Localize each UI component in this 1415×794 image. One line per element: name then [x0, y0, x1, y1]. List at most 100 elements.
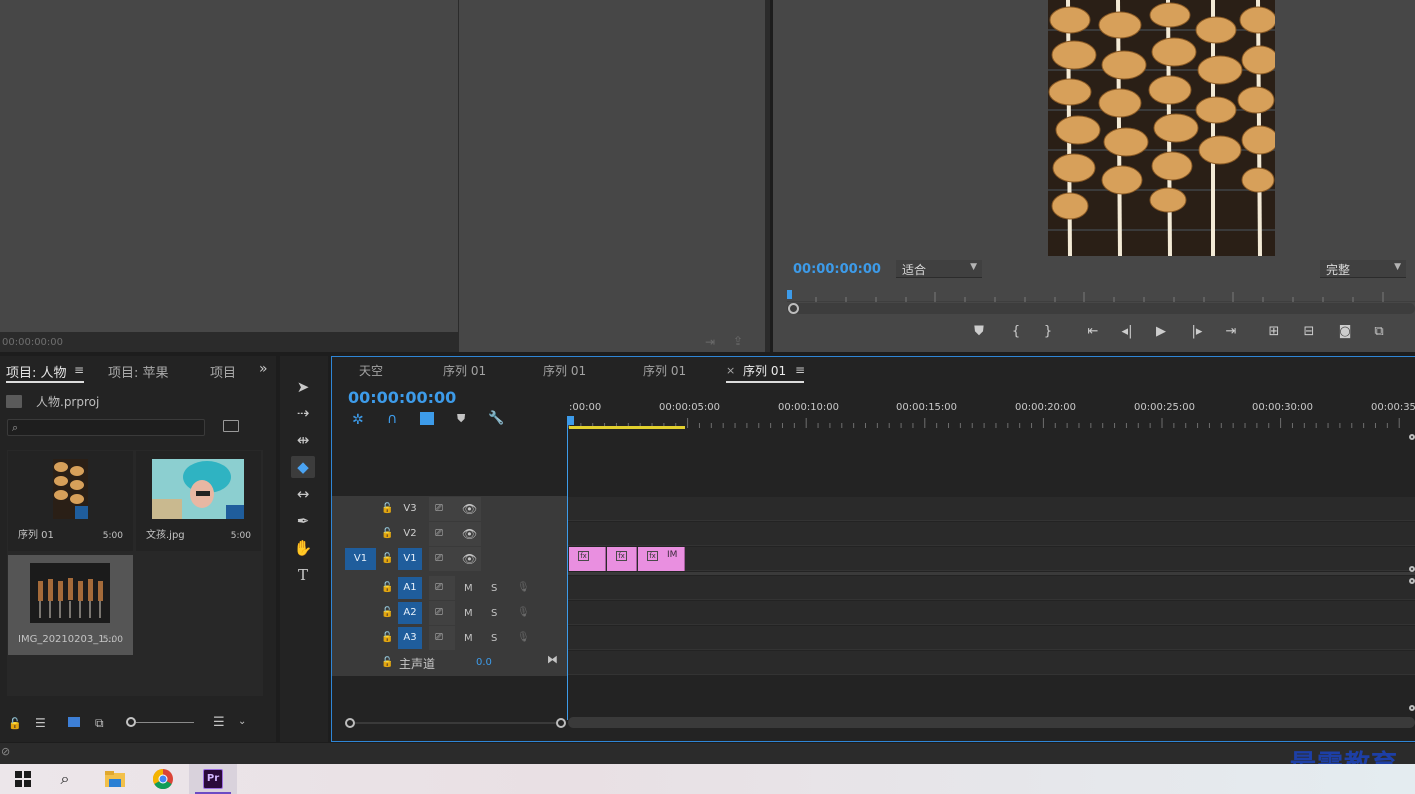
- go-to-edit-point-icon[interactable]: ⧓: [547, 653, 558, 666]
- close-tab-icon[interactable]: ×: [726, 364, 735, 377]
- program-timecode[interactable]: 00:00:00:00: [793, 262, 881, 277]
- track-target-a3[interactable]: A3: [398, 627, 422, 649]
- file-explorer-icon[interactable]: [92, 764, 138, 794]
- program-zoom-scrollbar[interactable]: [787, 303, 1415, 314]
- video-vscroll-handle[interactable]: [1409, 566, 1415, 572]
- mark-out-icon[interactable]: }: [1038, 324, 1058, 339]
- audio-vscroll-handle[interactable]: [1409, 705, 1415, 711]
- lock-icon[interactable]: 🔓: [381, 528, 393, 539]
- sync-lock-icon[interactable]: ⎚: [435, 503, 443, 514]
- eye-icon[interactable]: 👁: [462, 552, 477, 566]
- header-scroll-handle-right[interactable]: [556, 718, 566, 728]
- mark-in-icon[interactable]: {: [1006, 324, 1026, 339]
- slip-tool-icon[interactable]: ↔: [291, 483, 315, 505]
- audio-vscroll-handle[interactable]: [1409, 578, 1415, 584]
- zoom-slider-handle[interactable]: [126, 717, 136, 727]
- eye-icon[interactable]: 👁: [462, 502, 477, 516]
- zoom-level-select[interactable]: 适合 ▼: [896, 260, 982, 278]
- timeline-clip[interactable]: fx IM: [638, 547, 685, 571]
- tab-project[interactable]: 项目: [210, 362, 236, 381]
- playback-resolution-select[interactable]: 完整 ▼: [1320, 260, 1406, 278]
- icon-view-icon[interactable]: [68, 717, 80, 727]
- timeline-menu-icon[interactable]: ≡: [795, 363, 805, 377]
- comparison-view-icon[interactable]: ⧉: [1369, 324, 1389, 339]
- linked-selection-icon[interactable]: [420, 412, 434, 425]
- playhead-handle[interactable]: [567, 416, 574, 425]
- timeline-clip[interactable]: fx: [607, 547, 637, 571]
- project-item-image[interactable]: 文孩.jpg 5:00: [136, 451, 261, 551]
- mute-button[interactable]: M: [464, 633, 473, 644]
- master-volume-value[interactable]: 0.0: [476, 657, 492, 668]
- wrench-icon[interactable]: 🔧: [488, 411, 504, 426]
- sort-icon[interactable]: ☰: [213, 715, 225, 730]
- video-audio-divider[interactable]: [568, 572, 1415, 575]
- mute-button[interactable]: M: [464, 608, 473, 619]
- sync-lock-icon[interactable]: ⎚: [435, 528, 443, 539]
- chevron-down-icon[interactable]: ⌄: [238, 716, 246, 727]
- timeline-clip[interactable]: fx: [569, 547, 606, 571]
- track-row-a2[interactable]: [568, 601, 1415, 625]
- lock-icon[interactable]: 🔓: [381, 632, 393, 643]
- eye-icon[interactable]: 👁: [462, 527, 477, 541]
- insert-icon[interactable]: ⇥: [705, 335, 715, 349]
- track-select-tool-icon[interactable]: ⇢: [291, 402, 315, 424]
- lock-icon[interactable]: 🔓: [381, 553, 393, 564]
- snap-magnet-icon[interactable]: ∩: [387, 411, 397, 427]
- step-back-icon[interactable]: ◂|: [1117, 324, 1137, 339]
- export-frame-camera-icon[interactable]: ◙: [1335, 324, 1355, 339]
- project-item-photo[interactable]: IMG_20210203_1... 5:00: [8, 555, 133, 655]
- more-tabs-icon[interactable]: »: [259, 361, 268, 377]
- track-row-v1[interactable]: [568, 547, 1415, 571]
- sync-lock-icon[interactable]: ⎚: [435, 632, 443, 643]
- premiere-taskbar-active[interactable]: Pr: [189, 764, 237, 794]
- ripple-edit-tool-icon[interactable]: ⇹: [291, 429, 315, 451]
- project-search-input[interactable]: ⌕: [7, 419, 205, 436]
- microphone-icon[interactable]: 🎙: [517, 607, 530, 618]
- track-row-master[interactable]: [568, 651, 1415, 675]
- tab-sequence-active[interactable]: 序列 01: [743, 362, 786, 379]
- track-row-v3[interactable]: [568, 497, 1415, 521]
- add-marker-icon[interactable]: ⛊: [969, 324, 989, 339]
- sync-lock-icon[interactable]: ⎚: [435, 553, 443, 564]
- track-row-a1[interactable]: [568, 576, 1415, 600]
- tab-project-apple[interactable]: 项目: 苹果: [108, 362, 169, 381]
- header-scroll-handle-left[interactable]: [345, 718, 355, 728]
- track-target-a1[interactable]: A1: [398, 577, 422, 599]
- mute-button[interactable]: M: [464, 583, 473, 594]
- tab-sequence-sky[interactable]: 天空: [359, 362, 383, 379]
- header-scroll-track[interactable]: [355, 722, 556, 724]
- timeline-timecode[interactable]: 00:00:00:00: [348, 388, 456, 407]
- sync-lock-icon[interactable]: ⎚: [435, 582, 443, 593]
- video-vscroll-handle[interactable]: [1409, 434, 1415, 440]
- microphone-icon[interactable]: 🎙: [517, 632, 530, 643]
- work-area-bar[interactable]: [569, 426, 685, 429]
- type-tool-icon[interactable]: T: [291, 564, 315, 586]
- track-row-a3[interactable]: [568, 626, 1415, 650]
- track-target-a2[interactable]: A2: [398, 602, 422, 624]
- tab-sequence-4[interactable]: 序列 01: [643, 362, 686, 379]
- lock-icon[interactable]: 🔓: [381, 607, 393, 618]
- scroll-handle-left[interactable]: [788, 303, 799, 314]
- tab-sequence-3[interactable]: 序列 01: [543, 362, 586, 379]
- solo-button[interactable]: S: [491, 633, 497, 644]
- track-target-v3[interactable]: V3: [398, 498, 422, 520]
- source-patch-v1[interactable]: V1: [345, 548, 376, 570]
- tab-project-people[interactable]: 项目: 人物: [6, 362, 67, 381]
- razor-tool-icon[interactable]: ◆: [291, 456, 315, 478]
- export-frame-icon[interactable]: ⇪: [733, 334, 743, 348]
- tab-sequence-2[interactable]: 序列 01: [443, 362, 486, 379]
- windows-start-icon[interactable]: [0, 764, 46, 794]
- step-forward-icon[interactable]: |▸: [1187, 324, 1207, 339]
- go-to-in-icon[interactable]: ⇤: [1083, 324, 1103, 339]
- program-time-ruler[interactable]: [787, 288, 1415, 302]
- lock-icon[interactable]: 🔓: [381, 657, 393, 668]
- timeline-ruler[interactable]: [568, 418, 1415, 428]
- add-marker-icon[interactable]: ⛊: [457, 412, 465, 426]
- chrome-icon[interactable]: [140, 764, 186, 794]
- freeform-view-icon[interactable]: ⧉: [95, 716, 104, 731]
- selection-tool-icon[interactable]: ➤: [291, 376, 315, 398]
- list-view-icon[interactable]: ☰: [35, 716, 46, 730]
- pen-tool-icon[interactable]: ✒: [291, 510, 315, 532]
- timeline-horizontal-scrollbar[interactable]: [568, 717, 1415, 728]
- nest-icon[interactable]: ✲: [352, 412, 364, 428]
